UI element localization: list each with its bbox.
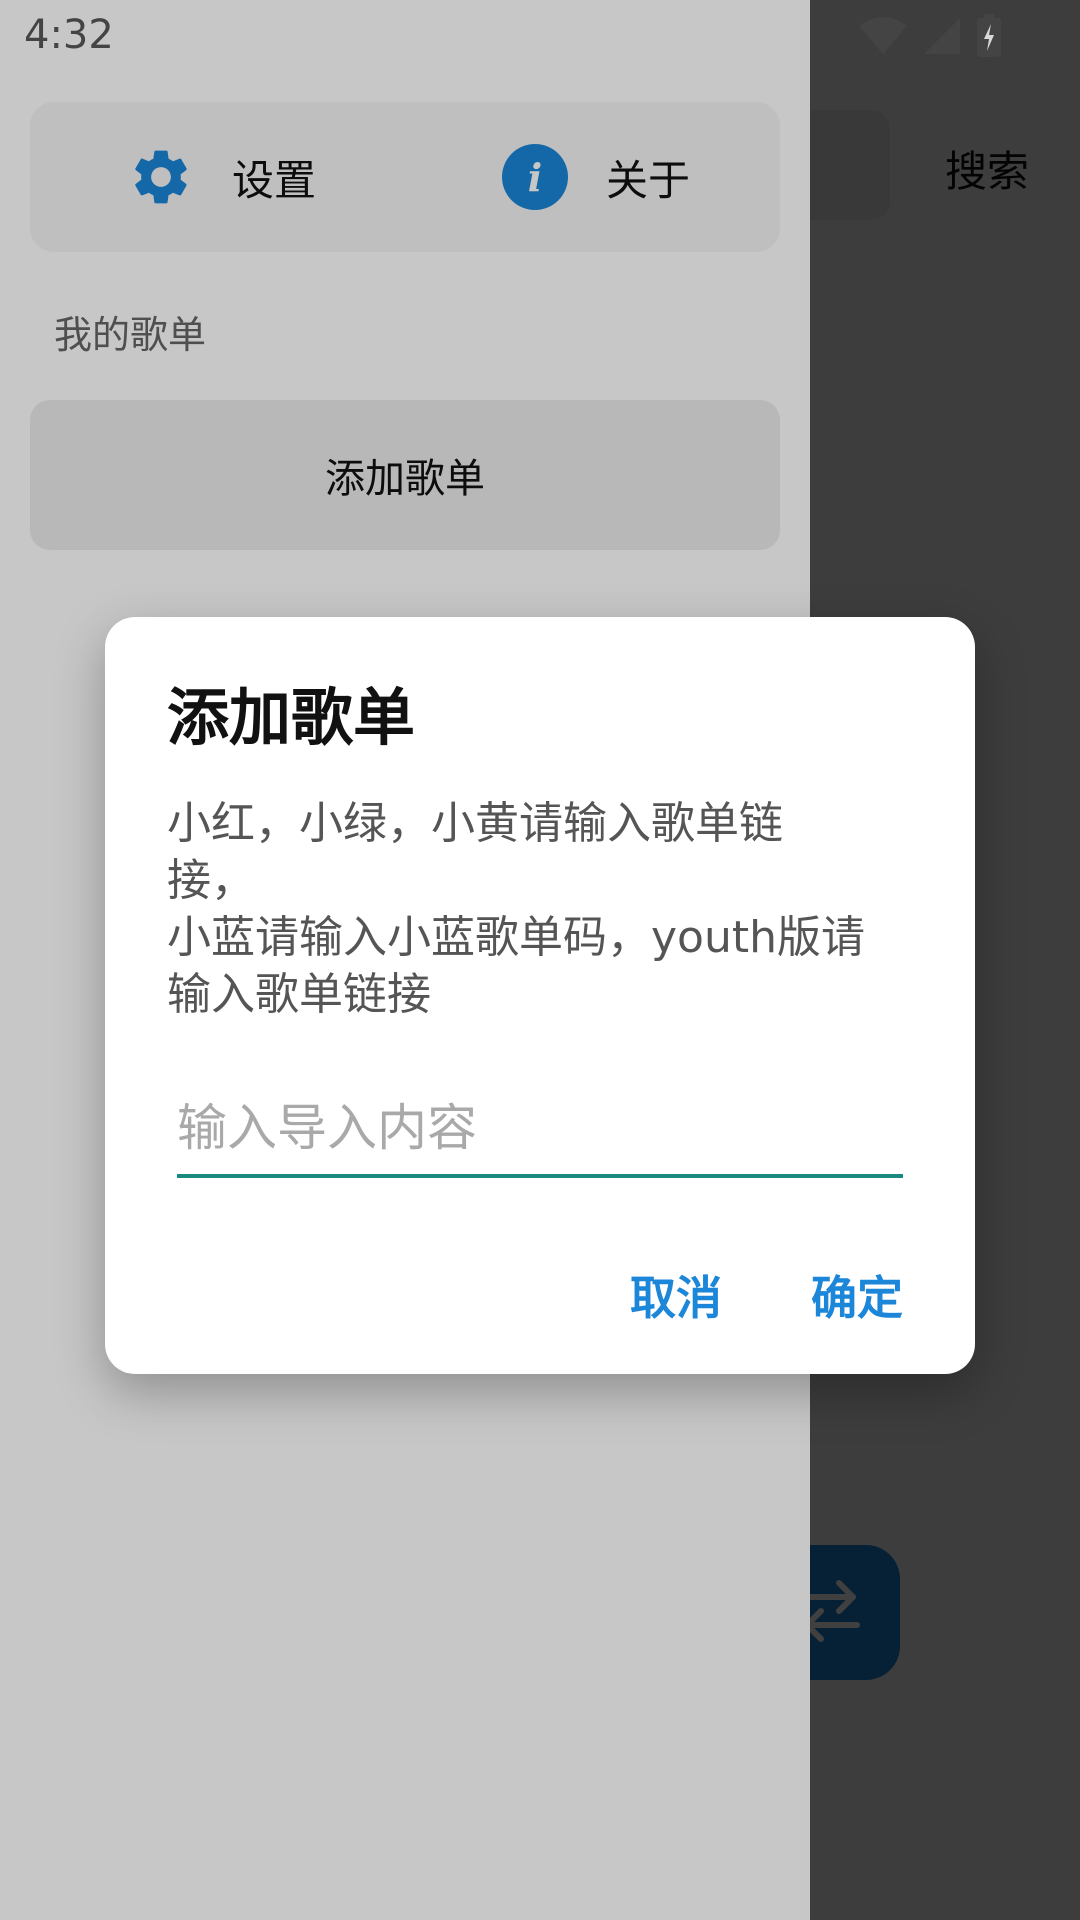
cancel-button[interactable]: 取消 (630, 1262, 722, 1328)
status-time: 4:32 (24, 12, 114, 58)
dialog-message: 小红，小绿，小黄请输入歌单链 接， 小蓝请输入小蓝歌单码，youth版请 输入歌… (167, 798, 865, 1020)
status-bar: 4:32 (0, 0, 1080, 72)
wifi-icon (858, 16, 908, 60)
battery-charging-icon (976, 14, 1002, 62)
add-playlist-dialog: 添加歌单 小红，小绿，小黄请输入歌单链 接， 小蓝请输入小蓝歌单码，youth版… (105, 617, 975, 1374)
screen: 搜索 设置 i (0, 0, 1080, 1920)
import-content-input[interactable] (177, 1082, 903, 1178)
dialog-title: 添加歌单 (167, 681, 416, 754)
signal-icon (922, 16, 962, 60)
confirm-button[interactable]: 确定 (811, 1262, 903, 1328)
status-icons (858, 14, 1002, 62)
